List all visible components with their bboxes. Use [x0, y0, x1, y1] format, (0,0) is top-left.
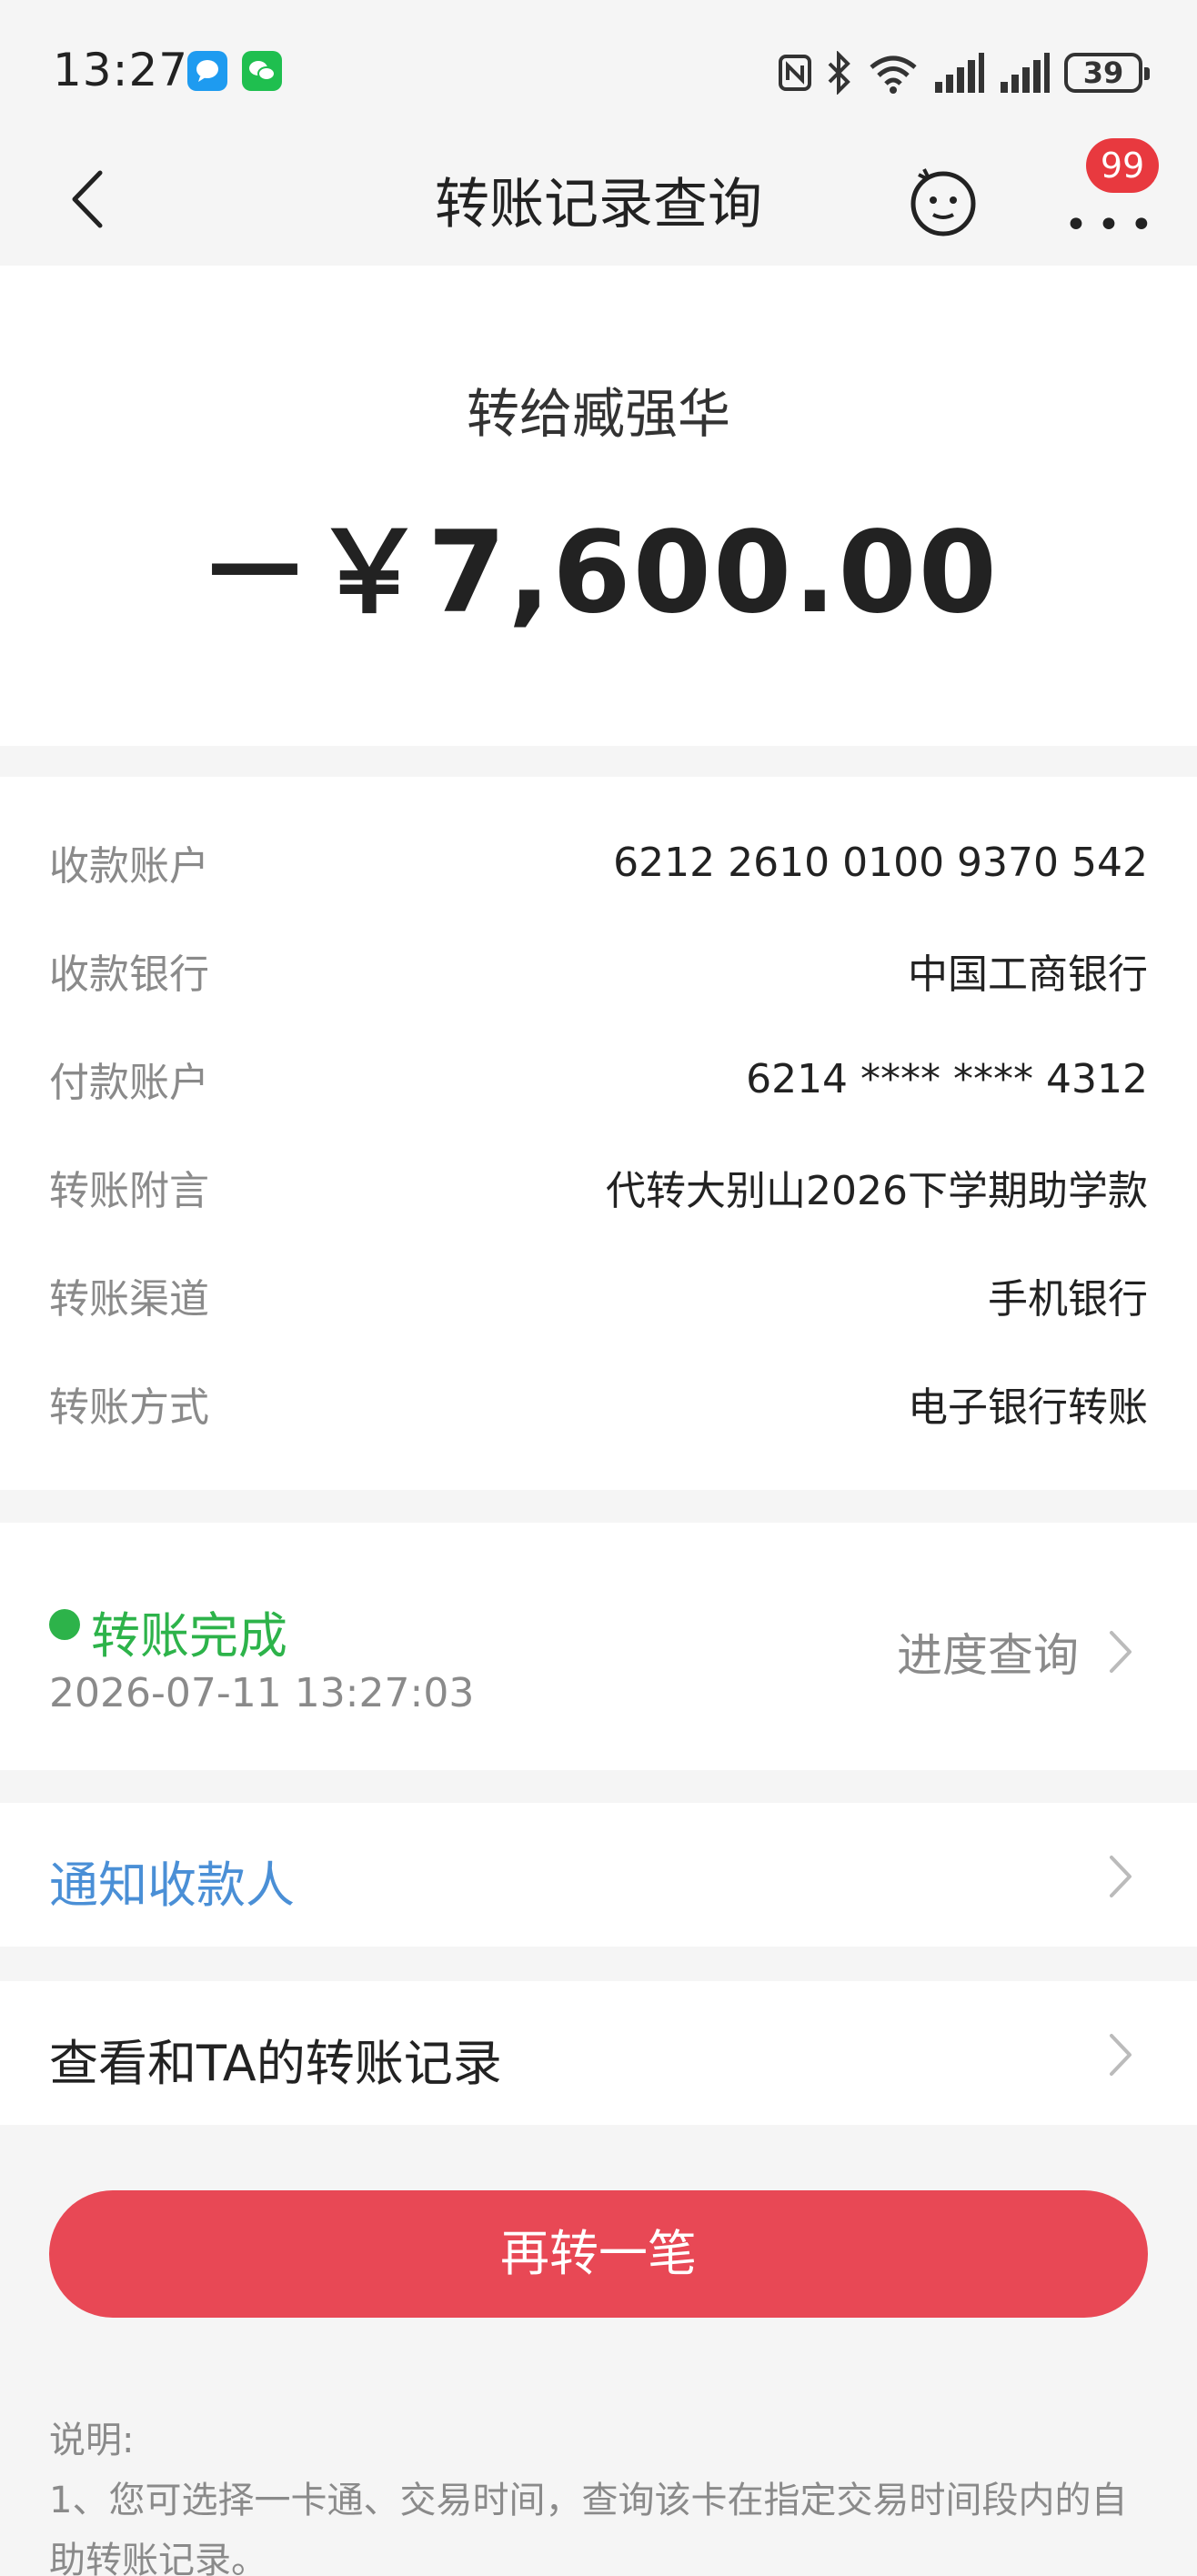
transfer-record-page: 13:27 39 转账记录查询 ••• 99 转给臧强华 －￥7,600.00: [0, 0, 1197, 2576]
detail-row-payee-bank: 收款银行 中国工商银行: [49, 934, 1148, 1007]
notify-payee-row[interactable]: 通知收款人: [0, 1803, 1197, 1947]
message-icon: [187, 51, 227, 91]
detail-label: 转账附言: [49, 1168, 209, 1214]
detail-row-payee-account: 收款账户 6212 2610 0100 9370 542: [49, 826, 1148, 899]
detail-label: 收款账户: [49, 843, 209, 890]
signal-icon-2: [1001, 53, 1050, 93]
status-card: 转账完成 2026-07-11 13:27:03 进度查询: [0, 1523, 1197, 1770]
amount-card: 转给臧强华 －￥7,600.00: [0, 266, 1197, 746]
detail-label: 转账渠道: [49, 1276, 209, 1323]
detail-value: 代转大别山2026下学期助学款: [606, 1168, 1148, 1214]
transfer-history-label: 查看和TA的转账记录: [49, 2035, 502, 2092]
detail-row-remark: 转账附言 代转大别山2026下学期助学款: [49, 1151, 1148, 1223]
status-time: 13:27: [53, 44, 189, 96]
detail-label: 转账方式: [49, 1384, 209, 1431]
status-icons: 39: [777, 47, 1150, 98]
battery-level: 39: [1082, 55, 1124, 90]
detail-card: 收款账户 6212 2610 0100 9370 542 收款银行 中国工商银行…: [0, 777, 1197, 1490]
transfer-again-button[interactable]: 再转一笔: [49, 2190, 1148, 2318]
notification-badge: 99: [1086, 138, 1159, 193]
assistant-icon[interactable]: [906, 164, 981, 238]
status-bar: 13:27 39: [0, 0, 1197, 136]
nav-bar: 转账记录查询 •••: [0, 136, 1197, 264]
more-icon: •••: [1064, 202, 1162, 248]
detail-row-payer-account: 付款账户 6214 **** **** 4312: [49, 1042, 1148, 1115]
progress-query-label: 进度查询: [897, 1629, 1079, 1682]
signal-icon: [935, 53, 984, 93]
detail-value: 中国工商银行: [908, 951, 1148, 998]
wifi-icon: [870, 55, 917, 94]
notes-section: 说明: 1、您可选择一卡通、交易时间，查询该卡在指定交易时间段内的自助转账记录。: [49, 2410, 1150, 2576]
page-title: 转账记录查询: [435, 173, 762, 236]
status-dot-icon: [49, 1609, 80, 1640]
notify-payee-label: 通知收款人: [49, 1857, 295, 1914]
detail-value: 6214 **** **** 4312: [746, 1055, 1148, 1102]
status-time-stamp: 2026-07-11 13:27:03: [49, 1670, 475, 1716]
nfc-icon: [779, 55, 811, 91]
detail-row-channel: 转账渠道 手机银行: [49, 1259, 1148, 1332]
bluetooth-icon: [828, 51, 850, 95]
transfer-history-row[interactable]: 查看和TA的转账记录: [0, 1981, 1197, 2125]
wechat-icon: [242, 51, 282, 91]
chevron-right-icon: [1110, 1856, 1132, 1897]
progress-query-link[interactable]: 进度查询: [897, 1619, 1133, 1685]
detail-value: 手机银行: [988, 1276, 1148, 1323]
transfer-amount: －￥7,600.00: [198, 508, 999, 639]
notes-line-1: 1、您可选择一卡通、交易时间，查询该卡在指定交易时间段内的自助转账记录。: [49, 2480, 1128, 2576]
detail-label: 收款银行: [49, 951, 209, 998]
detail-label: 付款账户: [49, 1060, 209, 1106]
chevron-right-icon: [1110, 2034, 1132, 2076]
status-text: 转账完成: [91, 1607, 287, 1665]
notes-title: 说明:: [49, 2420, 135, 2461]
chevron-right-icon: [1110, 1631, 1132, 1673]
detail-value: 电子银行转账: [908, 1384, 1148, 1431]
detail-row-method: 转账方式 电子银行转账: [49, 1367, 1148, 1440]
detail-value: 6212 2610 0100 9370 542: [613, 839, 1148, 886]
battery-icon: 39: [1064, 53, 1150, 93]
payee-title: 转给臧强华: [466, 383, 730, 445]
